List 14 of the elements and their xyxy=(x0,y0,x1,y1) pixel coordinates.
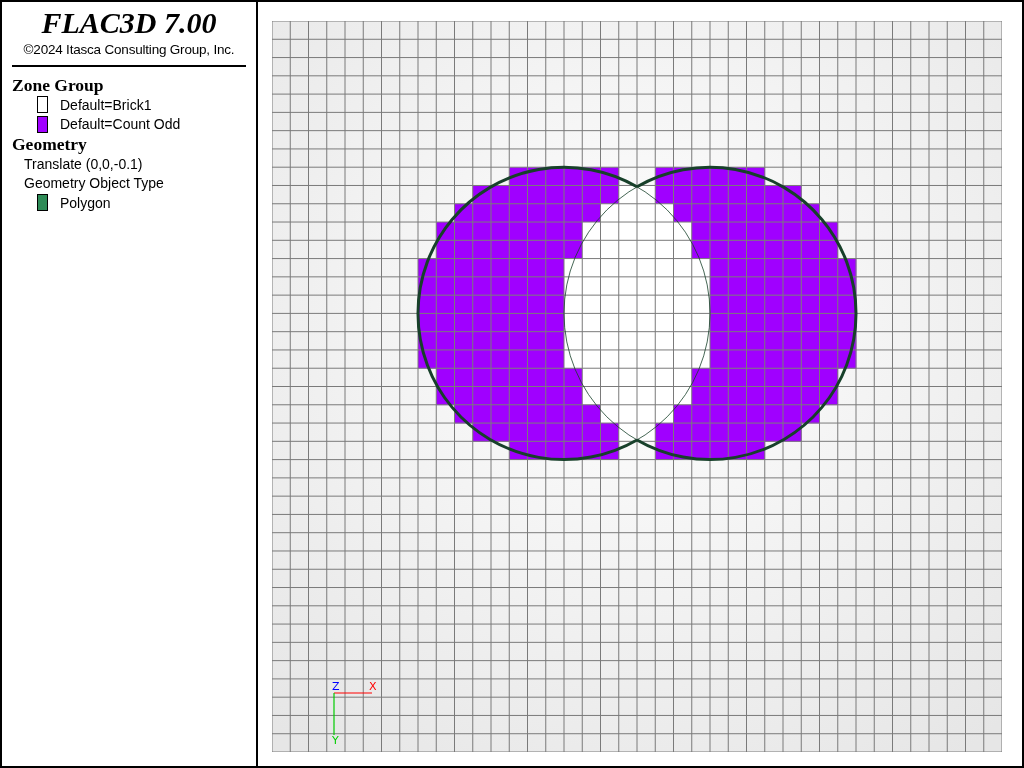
z-axis-label: Z xyxy=(332,680,340,693)
copyright-text: ©2024 Itasca Consulting Group, Inc. xyxy=(22,42,236,57)
legend-label: Polygon xyxy=(60,194,111,211)
y-axis-label: Y xyxy=(332,734,339,747)
legend-label: Default=Count Odd xyxy=(60,116,181,133)
app-title: FLAC3D 7.00 xyxy=(40,6,218,40)
legend-heading: Geometry xyxy=(12,134,88,154)
legend-heading: Zone Group xyxy=(12,75,105,95)
y-axis-line xyxy=(333,692,335,736)
legend-label: Translate (0,0,-0.1) xyxy=(24,155,143,172)
legend-label: Geometry Object Type xyxy=(24,175,164,192)
x-axis-label: X xyxy=(369,680,377,693)
x-axis-line xyxy=(333,692,373,694)
legend-label: Default=Brick1 xyxy=(60,96,152,113)
